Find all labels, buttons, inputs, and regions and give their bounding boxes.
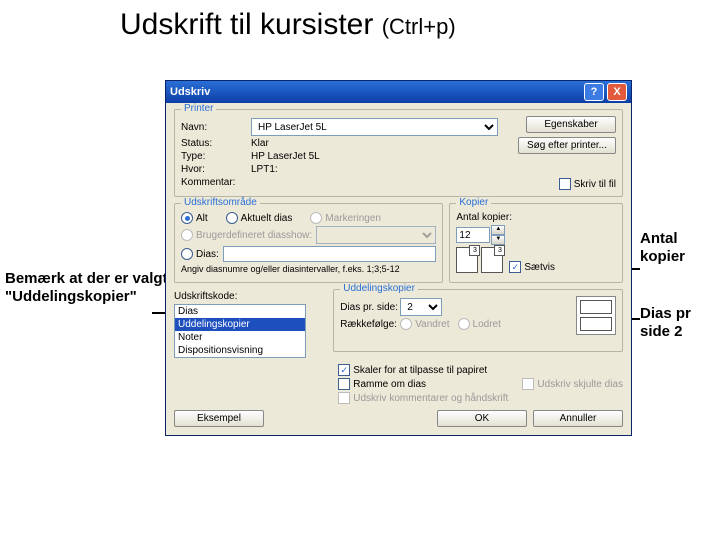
printer-legend: Printer xyxy=(181,103,216,114)
find-printer-button[interactable]: Søg efter printer... xyxy=(518,137,616,154)
lbl-where: Hvor: xyxy=(181,164,251,175)
headline-main: Udskrift til kursister xyxy=(120,8,373,41)
collate-preview: 3 3 xyxy=(456,247,503,273)
lbl-comment: Kommentar: xyxy=(181,177,251,188)
slides-input[interactable] xyxy=(223,246,437,262)
print-to-file-check[interactable]: Skriv til fil xyxy=(559,178,616,190)
radio-vertical: Lodret xyxy=(458,318,501,330)
range-group: Udskriftsområde Alt Aktuelt dias Markeri… xyxy=(174,203,443,283)
copies-spinner[interactable]: ▲▼ xyxy=(456,225,505,245)
opt-dias[interactable]: Dias xyxy=(175,305,305,318)
range-hint: Angiv diasnumre og/eller diasintervaller… xyxy=(181,264,400,274)
titlebar[interactable]: Udskriv ? X xyxy=(166,81,631,103)
page-title: Udskrift til kursister (Ctrl+p) xyxy=(120,8,456,42)
preview-button[interactable]: Eksempel xyxy=(174,410,264,427)
handouts-group: Uddelingskopier Dias pr. side: 2 Rækkefø… xyxy=(333,289,623,352)
radio-custom: Brugerdefineret diasshow: xyxy=(181,229,312,241)
opt-notes[interactable]: Noter xyxy=(175,331,305,344)
help-button[interactable]: ? xyxy=(584,83,604,101)
lbl-status: Status: xyxy=(181,138,251,149)
radio-current[interactable]: Aktuelt dias xyxy=(226,212,293,224)
print-dialog: Udskriv ? X Printer Navn: HP LaserJet 5L… xyxy=(165,80,632,436)
print-what-list[interactable]: Dias Uddelingskopier Noter Dispositionsv… xyxy=(174,304,306,358)
spin-up-icon[interactable]: ▲ xyxy=(491,225,505,235)
per-side-select[interactable]: 2 xyxy=(400,298,442,316)
lbl-perside: Dias pr. side: xyxy=(340,302,400,313)
collate-check[interactable]: Sætvis xyxy=(509,261,555,273)
range-legend: Udskriftsområde xyxy=(181,197,260,208)
annotation-copies: Antal kopier xyxy=(640,230,710,266)
radio-all[interactable]: Alt xyxy=(181,212,208,224)
hidden-check: Udskriv skjulte dias xyxy=(522,378,623,390)
dialog-title: Udskriv xyxy=(170,86,581,98)
ok-button[interactable]: OK xyxy=(437,410,527,427)
close-button[interactable]: X xyxy=(607,83,627,101)
spin-down-icon[interactable]: ▼ xyxy=(491,235,505,245)
copies-input[interactable] xyxy=(456,227,490,243)
annotation-perside: Dias pr side 2 xyxy=(640,305,710,341)
copies-legend: Kopier xyxy=(456,197,491,208)
scale-check[interactable]: Skaler for at tilpasse til papiret xyxy=(338,364,487,376)
val-where: LPT1: xyxy=(251,164,278,175)
frame-check[interactable]: Ramme om dias xyxy=(338,378,426,390)
val-type: HP LaserJet 5L xyxy=(251,151,320,162)
val-status: Klar xyxy=(251,138,269,149)
custom-show-select xyxy=(316,226,436,244)
radio-selection: Markeringen xyxy=(310,212,381,224)
radio-horizontal: Vandret xyxy=(400,318,449,330)
opt-handouts[interactable]: Uddelingskopier xyxy=(175,318,305,331)
annotation-left: Bemærk at der er valgt "Uddelingskopier" xyxy=(5,270,180,306)
opt-outline[interactable]: Dispositionsvisning xyxy=(175,344,305,357)
radio-slides[interactable]: Dias: xyxy=(181,248,219,260)
handouts-legend: Uddelingskopier xyxy=(340,283,418,294)
handout-preview xyxy=(576,296,616,335)
lbl-type: Type: xyxy=(181,151,251,162)
copies-group: Kopier Antal kopier: ▲▼ 3 3 Sætvis xyxy=(449,203,623,283)
headline-shortcut: (Ctrl+p) xyxy=(382,14,456,39)
properties-button[interactable]: Egenskaber xyxy=(526,116,616,133)
lbl-printwhat: Udskriftskode: xyxy=(174,291,237,302)
lbl-order: Rækkefølge: xyxy=(340,319,400,330)
cancel-button[interactable]: Annuller xyxy=(533,410,623,427)
comments-check: Udskriv kommentarer og håndskrift xyxy=(338,392,508,404)
printer-select[interactable]: HP LaserJet 5L xyxy=(251,118,498,136)
lbl-name: Navn: xyxy=(181,122,251,133)
printer-group: Printer Navn: HP LaserJet 5L Status:Klar… xyxy=(174,109,623,197)
lbl-numcopies: Antal kopier: xyxy=(456,212,512,223)
